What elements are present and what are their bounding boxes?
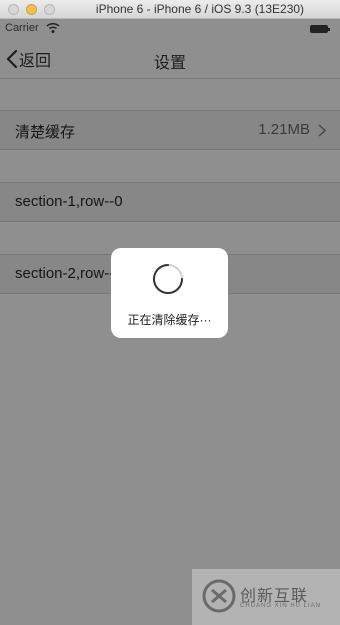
watermark-subtext: CHUANG XIN HU LIAN <box>240 603 322 609</box>
brand-logo-icon <box>202 579 236 613</box>
ios-screen: Carrier 返回 设置 清楚缓存 1.21MB section-1,row-… <box>0 19 340 625</box>
chevron-right-icon <box>318 124 326 137</box>
battery-icon <box>310 25 330 33</box>
navigation-bar: 返回 设置 <box>0 39 340 79</box>
watermark-logo: 创新互联 CHUANG XIN HU LIAN <box>192 569 340 625</box>
zoom-window-button[interactable] <box>44 4 55 15</box>
hud-message: 正在清除缓存··· <box>127 313 212 327</box>
page-title: 设置 <box>153 55 186 72</box>
status-bar: Carrier <box>0 19 340 39</box>
wifi-icon <box>46 22 60 33</box>
clear-cache-row[interactable]: 清楚缓存 1.21MB <box>0 110 340 150</box>
table-row[interactable]: section-1,row--0 <box>0 182 340 222</box>
progress-hud: 正在清除缓存··· <box>111 248 228 338</box>
row-label: section-1,row--0 <box>15 193 123 210</box>
minimize-window-button[interactable] <box>26 4 37 15</box>
close-window-button[interactable] <box>8 4 19 15</box>
activity-spinner-icon <box>153 264 183 294</box>
simulator-title-bar: iPhone 6 - iPhone 6 / iOS 9.3 (13E230) <box>0 0 340 19</box>
row-label: section-2,row--0 <box>15 265 123 282</box>
window-title: iPhone 6 - iPhone 6 / iOS 9.3 (13E230) <box>95 2 305 16</box>
carrier-label: Carrier <box>5 22 39 34</box>
clear-cache-label: 清楚缓存 <box>15 124 76 141</box>
cache-size-value: 1.21MB <box>258 121 310 138</box>
